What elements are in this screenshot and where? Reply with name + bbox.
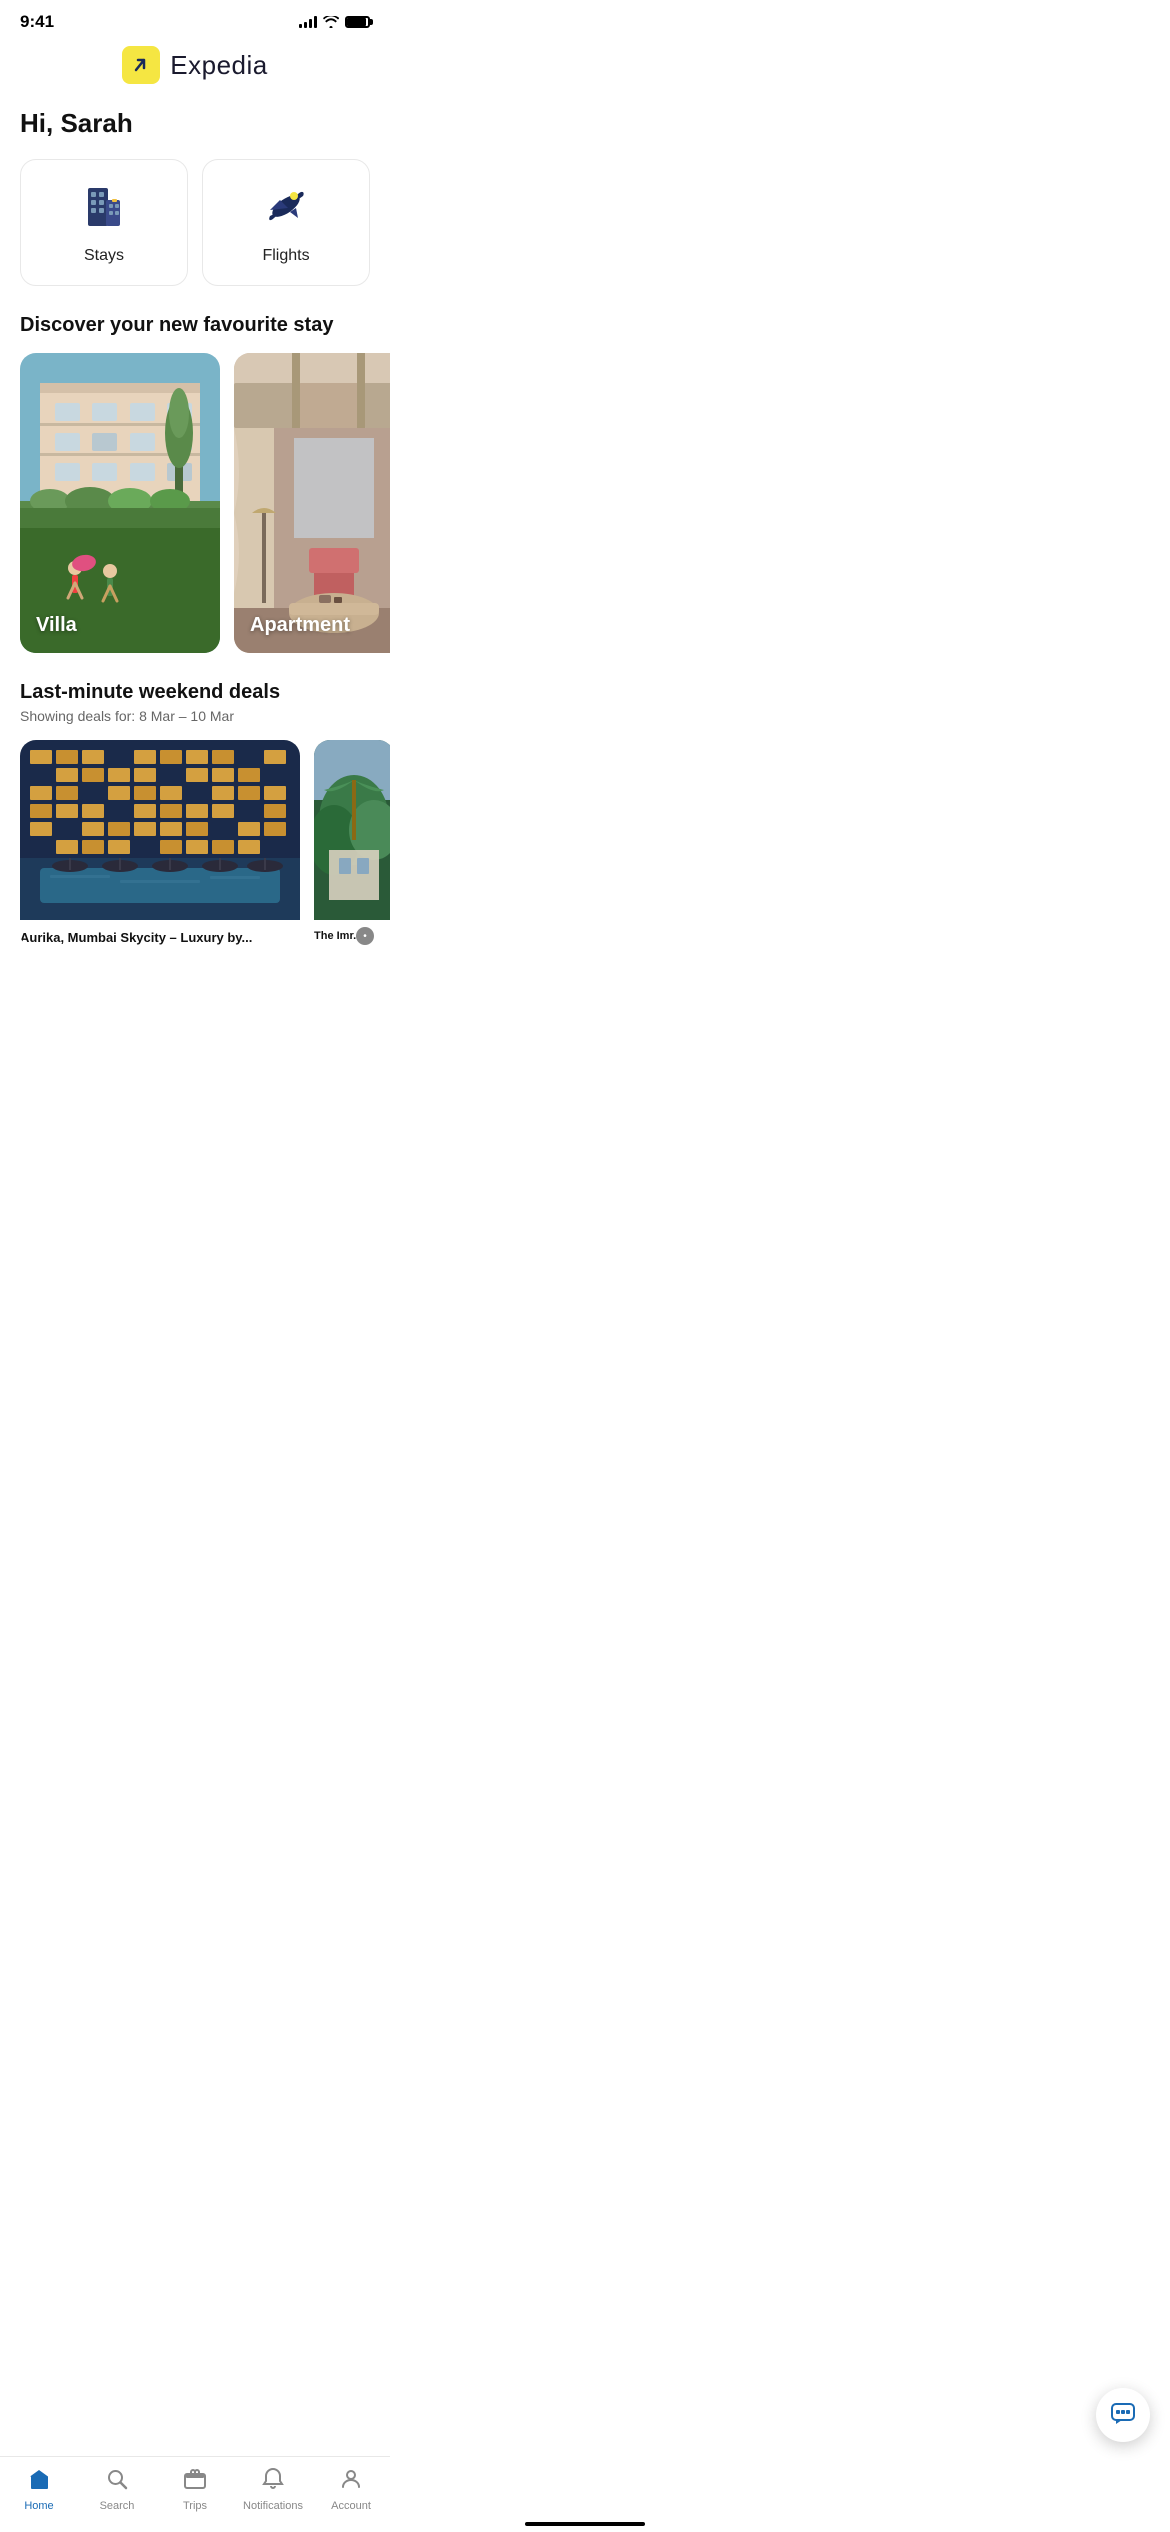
nav-home[interactable]: Home [0, 2467, 78, 2512]
deals-subtitle: Showing deals for: 8 Mar – 10 Mar [0, 708, 390, 740]
villa-label: Villa [36, 614, 77, 637]
nav-notifications-label: Notifications [243, 2500, 303, 2512]
nav-account-label: Account [331, 2500, 371, 2512]
apartment-image [234, 353, 390, 653]
chat-button[interactable] [1096, 2388, 1150, 2442]
nav-home-label: Home [24, 2500, 53, 2512]
wifi-icon [323, 16, 339, 28]
logo-icon [122, 46, 160, 84]
battery-icon [345, 16, 370, 28]
chat-expand-dot[interactable]: • [356, 927, 374, 945]
logo: Expedia [122, 46, 267, 84]
signal-icon [299, 16, 317, 28]
greeting-text: Hi, Sarah [20, 108, 370, 139]
stay-type-scroll[interactable]: Villa [0, 353, 390, 681]
flights-icon [260, 180, 312, 237]
trips-icon [183, 2467, 207, 2496]
header: Expedia [0, 38, 390, 100]
deal-1-name: Aurika, Mumbai Skycity – Luxury by... [20, 920, 300, 949]
apartment-card[interactable]: Apartment [234, 353, 390, 653]
status-icons [299, 16, 370, 28]
deals-scroll[interactable]: Aurika, Mumbai Skycity – Luxury by... [0, 740, 390, 1029]
flights-card[interactable]: Flights [202, 159, 370, 286]
discover-title: Discover your new favourite stay [0, 314, 390, 353]
villa-card[interactable]: Villa [20, 353, 220, 653]
stays-card[interactable]: Stays [20, 159, 188, 286]
deal-image-1 [20, 740, 300, 920]
nav-trips[interactable]: Trips [156, 2467, 234, 2512]
flights-label: Flights [262, 247, 309, 265]
nav-search[interactable]: Search [78, 2467, 156, 2512]
deal-card-1[interactable]: Aurika, Mumbai Skycity – Luxury by... [20, 740, 300, 949]
greeting-section: Hi, Sarah [0, 100, 390, 159]
search-icon [105, 2467, 129, 2496]
nav-search-label: Search [100, 2500, 135, 2512]
nav-trips-label: Trips [183, 2500, 207, 2512]
apartment-label: Apartment [250, 614, 350, 637]
stays-label: Stays [84, 247, 124, 265]
bell-icon [261, 2467, 285, 2496]
deal-2-name: The Imr... [314, 920, 390, 946]
deal-image-2 [314, 740, 390, 920]
deal-card-2[interactable]: The Imr... [314, 740, 390, 949]
chat-icon [1110, 2402, 1136, 2428]
home-indicator [525, 2522, 645, 2526]
nav-notifications[interactable]: Notifications [234, 2467, 312, 2512]
bottom-nav: Home Search Trips Notifica [0, 2456, 390, 2532]
category-cards: Stays Flights [0, 159, 390, 314]
stays-icon [78, 180, 130, 237]
nav-account[interactable]: Account [312, 2467, 390, 2512]
logo-text: Expedia [170, 50, 267, 81]
villa-image [20, 353, 220, 653]
home-icon [27, 2467, 51, 2496]
status-bar: 9:41 [0, 0, 390, 38]
account-icon [339, 2467, 363, 2496]
status-time: 9:41 [20, 12, 54, 32]
